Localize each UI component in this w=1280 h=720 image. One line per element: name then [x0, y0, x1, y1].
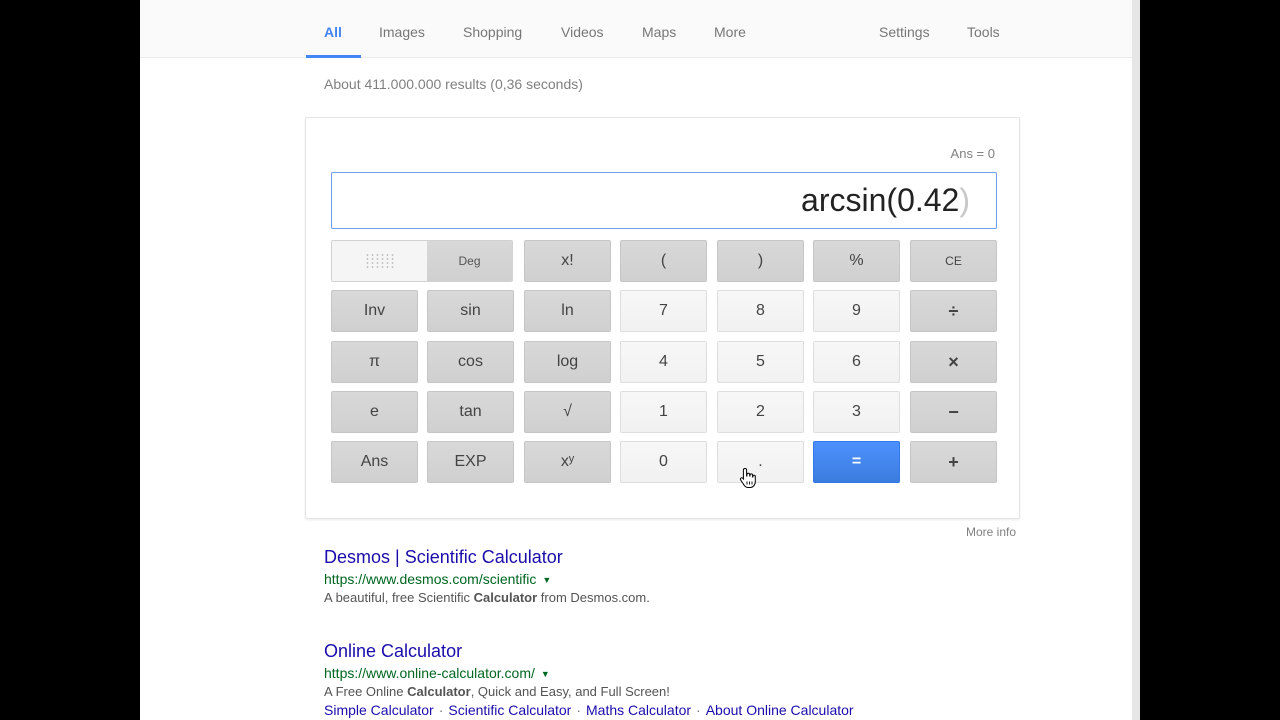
calculator-display[interactable]: arcsin(0.42)	[331, 172, 997, 229]
percent-button[interactable]: %	[813, 240, 900, 282]
tab-images[interactable]: Images	[379, 24, 425, 40]
sitelink-scientific-calculator[interactable]: Scientific Calculator	[448, 702, 571, 718]
tools-link[interactable]: Tools	[967, 24, 1000, 40]
factorial-button[interactable]: x!	[524, 240, 611, 282]
calculator-widget: Ans = 0 arcsin(0.42) Deg x! ( ) % CE Inv…	[305, 117, 1020, 519]
multiply-button[interactable]: ×	[910, 341, 997, 383]
exp-button[interactable]: EXP	[427, 441, 514, 483]
digit-2-button[interactable]: 2	[717, 391, 804, 433]
sitelink-maths-calculator[interactable]: Maths Calculator	[586, 702, 691, 718]
left-paren-button[interactable]: (	[620, 240, 707, 282]
more-info-link[interactable]: More info	[966, 525, 1016, 539]
digit-7-button[interactable]: 7	[620, 290, 707, 332]
log-button[interactable]: log	[524, 341, 611, 383]
tab-more[interactable]: More	[714, 24, 746, 40]
digit-4-button[interactable]: 4	[620, 341, 707, 383]
cos-button[interactable]: cos	[427, 341, 514, 383]
digit-0-button[interactable]: 0	[620, 441, 707, 483]
result-title-link[interactable]: Desmos | Scientific Calculator	[324, 547, 650, 568]
deg-button[interactable]: Deg	[427, 241, 512, 281]
tab-all[interactable]: All	[324, 24, 342, 40]
result-title-link[interactable]: Online Calculator	[324, 641, 854, 662]
ln-button[interactable]: ln	[524, 290, 611, 332]
display-ghost-paren: )	[959, 182, 970, 218]
tab-shopping[interactable]: Shopping	[463, 24, 522, 40]
plus-button[interactable]: +	[910, 441, 997, 483]
digit-5-button[interactable]: 5	[717, 341, 804, 383]
digit-9-button[interactable]: 9	[813, 290, 900, 332]
digit-3-button[interactable]: 3	[813, 391, 900, 433]
tab-videos[interactable]: Videos	[561, 24, 604, 40]
decimal-button[interactable]: .	[717, 441, 804, 483]
sitelink-simple-calculator[interactable]: Simple Calculator	[324, 702, 434, 718]
settings-link[interactable]: Settings	[879, 24, 930, 40]
result-url: https://www.desmos.com/scientific	[324, 571, 537, 587]
angle-mode-toggle[interactable]: Deg	[331, 240, 513, 282]
equals-button[interactable]: =	[813, 441, 900, 483]
result-sitelinks: Simple Calculator · Scientific Calculator ·…	[324, 702, 854, 718]
sin-button[interactable]: sin	[427, 290, 514, 332]
digit-8-button[interactable]: 8	[717, 290, 804, 332]
tab-maps[interactable]: Maps	[642, 24, 676, 40]
sqrt-button[interactable]: √	[524, 391, 611, 433]
rad-button[interactable]	[332, 241, 427, 281]
clear-entry-button[interactable]: CE	[910, 240, 997, 282]
divide-button[interactable]: ÷	[910, 290, 997, 332]
result-snippet: A Free Online Calculator, Quick and Easy…	[324, 684, 670, 699]
hand-pointer-cursor-icon	[739, 467, 756, 488]
url-dropdown-caret-icon[interactable]: ▼	[542, 575, 551, 585]
power-button[interactable]: xʸ	[524, 441, 611, 483]
digit-1-button[interactable]: 1	[620, 391, 707, 433]
display-expression: arcsin(0.42	[801, 182, 960, 218]
right-paren-button[interactable]: )	[717, 240, 804, 282]
search-nav-bar: All Images Shopping Videos Maps More Set…	[140, 0, 1132, 58]
sitelink-about-online-calculator[interactable]: About Online Calculator	[706, 702, 854, 718]
result-snippet: A beautiful, free Scientific Calculator …	[324, 590, 650, 605]
result-stats: About 411.000.000 results (0,36 seconds)	[324, 76, 583, 92]
rad-label-blurred	[364, 253, 395, 269]
search-result: Online Calculator https://www.online-cal…	[324, 641, 854, 718]
ans-indicator: Ans = 0	[950, 146, 995, 161]
url-dropdown-caret-icon[interactable]: ▼	[541, 669, 550, 679]
minus-button[interactable]: −	[910, 391, 997, 433]
ans-button[interactable]: Ans	[331, 441, 418, 483]
digit-6-button[interactable]: 6	[813, 341, 900, 383]
page-scrollbar-strip	[1132, 0, 1140, 720]
search-result: Desmos | Scientific Calculator https://w…	[324, 547, 650, 605]
pi-button[interactable]: π	[331, 341, 418, 383]
tan-button[interactable]: tan	[427, 391, 514, 433]
search-results-page: All Images Shopping Videos Maps More Set…	[140, 0, 1132, 720]
inverse-button[interactable]: Inv	[331, 290, 418, 332]
active-tab-indicator	[306, 55, 361, 58]
e-button[interactable]: e	[331, 391, 418, 433]
result-url: https://www.online-calculator.com/	[324, 665, 535, 681]
